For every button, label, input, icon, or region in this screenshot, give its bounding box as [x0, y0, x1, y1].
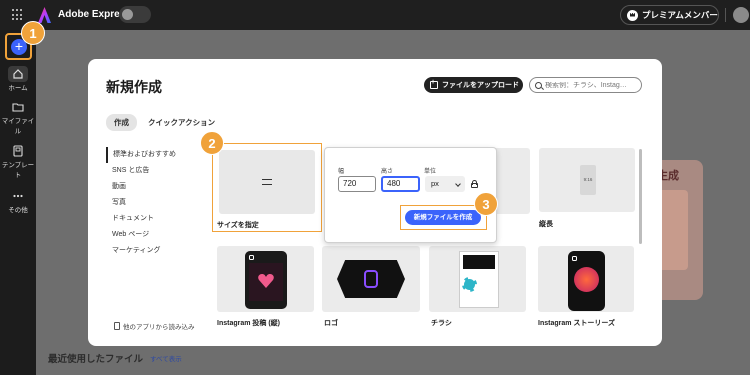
theme-toggle[interactable]: [119, 6, 151, 23]
top-bar: Adobe Express プレミアムメンバー: [0, 0, 750, 30]
upload-file-button[interactable]: ファイルをアップロード: [424, 77, 523, 93]
flyer-card[interactable]: [429, 246, 526, 312]
premium-label: プレミアムメンバー: [642, 10, 718, 20]
upload-icon: [430, 79, 438, 89]
sidebar-item-label: ホーム: [8, 85, 28, 92]
story-phone-mockup: [568, 251, 605, 311]
template-icon: [13, 145, 23, 157]
show-all-link[interactable]: すべて表示: [150, 353, 182, 363]
step-badge-3: 3: [474, 192, 498, 216]
custom-size-label: サイズを指定: [217, 222, 259, 229]
logo-badge: [337, 260, 405, 298]
create-new-modal: 新規作成 ファイルをアップロード 作成 クイックアクション 標準およびおすすめ …: [88, 59, 662, 346]
category-item[interactable]: SNS と広告: [106, 163, 176, 179]
search-icon: [535, 81, 542, 89]
sidebar-item-home[interactable]: ホーム: [0, 68, 36, 92]
flyer-card-label: チラシ: [431, 320, 452, 327]
custom-size-card[interactable]: サイズを指定: [212, 143, 322, 232]
folder-icon: [12, 103, 24, 112]
app-grid-icon[interactable]: [12, 9, 24, 21]
custom-size-thumbnail: [219, 150, 315, 214]
category-list: 標準およびおすすめ SNS と広告 動画 写真 ドキュメント Web ページ マ…: [106, 147, 176, 259]
create-file-highlight: 新規ファイルを作成: [400, 205, 487, 230]
document-icon: [114, 322, 120, 330]
import-label: 他のアプリから読み込み: [123, 324, 195, 331]
instagram-post-label: Instagram 投稿 (縦): [217, 320, 281, 327]
upload-label: ファイルをアップロード: [442, 82, 519, 89]
instagram-story-label: Instagram ストーリーズ: [538, 320, 616, 327]
portrait-ratio-frame: 9:16: [580, 165, 596, 195]
category-item[interactable]: Web ページ: [106, 227, 176, 243]
sidebar-item-templates[interactable]: テンプレート: [0, 145, 36, 179]
create-new-file-button[interactable]: 新規ファイルを作成: [405, 210, 481, 225]
instagram-post-card[interactable]: [217, 246, 314, 312]
premium-member-button[interactable]: プレミアムメンバー: [620, 5, 719, 25]
sidebar-item-label: マイファイル: [1, 118, 35, 135]
post-image: [249, 263, 283, 301]
import-from-other-apps[interactable]: 他のアプリから読み込み: [114, 321, 195, 331]
height-input[interactable]: 480: [381, 176, 420, 192]
sidebar-item-my-files[interactable]: マイファイル: [0, 101, 36, 135]
chevron-down-icon: [455, 181, 461, 187]
instagram-story-card[interactable]: [538, 246, 634, 312]
scrollbar[interactable]: [639, 149, 642, 244]
height-label: 高さ: [381, 169, 394, 175]
home-icon: [13, 69, 23, 79]
aspect-lock-icon[interactable]: [471, 180, 478, 188]
divider: [725, 8, 726, 22]
flyer-seal: [462, 277, 477, 292]
recent-files-heading: 最近使用したファイル: [48, 354, 144, 365]
unit-value: px: [431, 179, 439, 188]
unit-select[interactable]: px: [425, 176, 465, 192]
flyer-page: [459, 251, 499, 308]
tab-create[interactable]: 作成: [106, 114, 137, 131]
category-item[interactable]: 動画: [106, 179, 176, 195]
category-item[interactable]: 標準およびおすすめ: [106, 147, 176, 163]
instagram-icon: [572, 256, 577, 261]
category-item[interactable]: マーケティング: [106, 243, 176, 259]
unit-label: 単位: [424, 169, 437, 175]
portrait-card-label: 縦長: [539, 221, 553, 228]
settings-sliders-icon: [262, 178, 272, 186]
search-input[interactable]: [545, 81, 637, 89]
sidebar-item-more[interactable]: その他: [0, 190, 36, 214]
custom-size-popover: 幅 高さ 単位 720 480 px 新規ファイルを作成: [324, 147, 497, 243]
width-input[interactable]: 720: [338, 176, 376, 192]
tab-quick-actions[interactable]: クイックアクション: [148, 117, 215, 128]
search-box[interactable]: [529, 77, 642, 93]
portrait-card-thumbnail[interactable]: 9:16: [539, 148, 635, 212]
logo-mark-icon: [364, 270, 378, 288]
logo-card-label: ロゴ: [324, 320, 338, 327]
step-badge-2: 2: [200, 131, 224, 155]
adobe-express-logo: [38, 7, 51, 23]
more-icon: [13, 194, 23, 198]
sidebar-item-label: その他: [8, 207, 28, 214]
width-label: 幅: [338, 169, 345, 175]
instagram-icon: [249, 255, 254, 260]
phone-mockup: [245, 251, 287, 309]
modal-title: 新規作成: [106, 79, 162, 95]
flyer-header: [463, 255, 495, 269]
category-item[interactable]: 写真: [106, 195, 176, 211]
logo-card[interactable]: [322, 246, 420, 312]
sidebar-item-label: テンプレート: [1, 162, 35, 179]
crown-icon: [627, 9, 638, 21]
category-item[interactable]: ドキュメント: [106, 211, 176, 227]
heart-icon: [258, 274, 274, 288]
story-gradient-circle: [574, 267, 599, 292]
step-badge-1: 1: [21, 21, 45, 45]
avatar[interactable]: [733, 7, 749, 23]
